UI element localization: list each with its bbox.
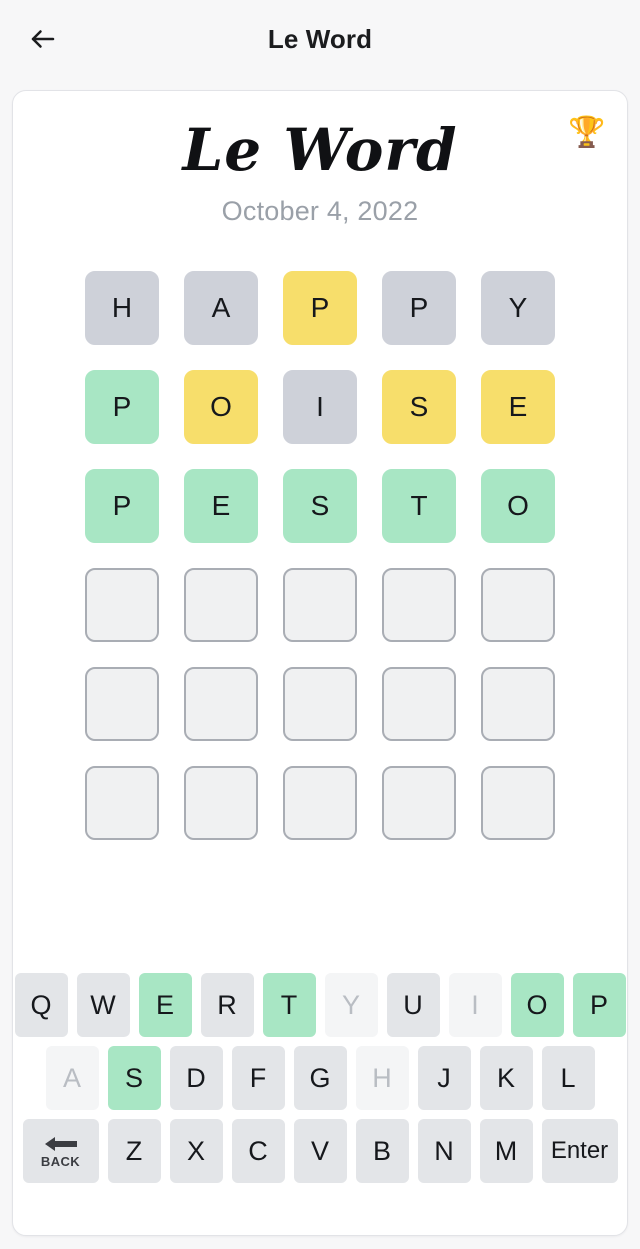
key-a[interactable]: A <box>45 1046 99 1110</box>
letter-tile: E <box>481 369 555 444</box>
letter-tile: O <box>481 468 555 543</box>
arrow-left-icon <box>28 24 58 54</box>
key-h[interactable]: H <box>355 1046 409 1110</box>
key-n[interactable]: N <box>417 1119 471 1183</box>
letter-tile <box>85 666 159 741</box>
letter-tile <box>481 765 555 840</box>
key-c[interactable]: C <box>231 1119 285 1183</box>
keyboard-row: ASDFGHJKL <box>19 1046 621 1110</box>
trophy-icon[interactable]: 🏆 <box>567 113 607 153</box>
key-i[interactable]: I <box>448 973 502 1037</box>
letter-tile: P <box>85 369 159 444</box>
letter-tile: P <box>283 270 357 345</box>
key-o[interactable]: O <box>510 973 564 1037</box>
page-title: Le Word <box>267 23 373 54</box>
logo-area: 🏆 Le Word October 4, 2022 <box>13 91 627 227</box>
grid-row <box>85 567 555 642</box>
letter-tile <box>184 567 258 642</box>
grid-row: POISE <box>85 369 555 444</box>
letter-tile: E <box>184 468 258 543</box>
key-m[interactable]: M <box>479 1119 533 1183</box>
letter-tile: S <box>382 369 456 444</box>
key-v[interactable]: V <box>293 1119 347 1183</box>
key-enter[interactable]: Enter <box>541 1119 618 1183</box>
letter-tile <box>283 567 357 642</box>
letter-tile <box>85 567 159 642</box>
key-p[interactable]: P <box>572 973 626 1037</box>
letter-tile: P <box>85 468 159 543</box>
letter-tile <box>283 666 357 741</box>
letter-tile <box>382 666 456 741</box>
key-q[interactable]: Q <box>14 973 68 1037</box>
key-x[interactable]: X <box>169 1119 223 1183</box>
letter-tile: O <box>184 369 258 444</box>
letter-tile: S <box>283 468 357 543</box>
app-screen: Le Word 🏆 Le Word October 4, 2022 HAPPYP… <box>0 0 640 1249</box>
letter-tile: I <box>283 369 357 444</box>
letter-tile <box>184 765 258 840</box>
key-g[interactable]: G <box>293 1046 347 1110</box>
key-d[interactable]: D <box>169 1046 223 1110</box>
key-t[interactable]: T <box>262 973 316 1037</box>
navbar: Le Word <box>0 0 640 78</box>
key-k[interactable]: K <box>479 1046 533 1110</box>
key-z[interactable]: Z <box>107 1119 161 1183</box>
puzzle-date: October 4, 2022 <box>221 195 419 226</box>
keyboard-row: BACK Z X C V B N M Enter <box>19 1119 621 1183</box>
on-screen-keyboard: Q W E R T Y U I O P A S D F G H J K L BACK Z X C V B N M Enter <box>13 973 627 1183</box>
game-card: 🏆 Le Word October 4, 2022 HAPPYPOISEPEST… <box>12 90 628 1236</box>
key-r[interactable]: R <box>200 973 254 1037</box>
letter-grid: HAPPYPOISEPESTO <box>85 270 555 840</box>
letter-tile <box>382 765 456 840</box>
letter-tile <box>85 765 159 840</box>
key-f[interactable]: F <box>231 1046 285 1110</box>
key-e[interactable]: E <box>138 973 192 1037</box>
grid-row <box>85 666 555 741</box>
letter-tile <box>283 765 357 840</box>
backspace-label: BACK <box>40 1153 81 1169</box>
grid-row <box>85 765 555 840</box>
letter-tile: Y <box>481 270 555 345</box>
grid-row: HAPPY <box>85 270 555 345</box>
key-j[interactable]: J <box>417 1046 471 1110</box>
letter-tile: T <box>382 468 456 543</box>
key-y[interactable]: Y <box>324 973 378 1037</box>
letter-tile: P <box>382 270 456 345</box>
key-b[interactable]: B <box>355 1119 409 1183</box>
letter-tile <box>481 567 555 642</box>
game-logo: Le Word <box>182 116 458 184</box>
letter-tile: H <box>85 270 159 345</box>
key-s[interactable]: S <box>107 1046 161 1110</box>
backspace-key[interactable]: BACK <box>22 1119 99 1183</box>
keyboard-row: QWERTYUIOP <box>14 973 626 1037</box>
letter-tile <box>481 666 555 741</box>
key-w[interactable]: W <box>76 973 130 1037</box>
back-button[interactable] <box>20 16 66 62</box>
key-u[interactable]: U <box>386 973 440 1037</box>
grid-row: PESTO <box>85 468 555 543</box>
arrow-left-icon <box>44 1135 78 1153</box>
letter-tile <box>382 567 456 642</box>
letter-tile: A <box>184 270 258 345</box>
key-l[interactable]: L <box>541 1046 595 1110</box>
letter-tile <box>184 666 258 741</box>
